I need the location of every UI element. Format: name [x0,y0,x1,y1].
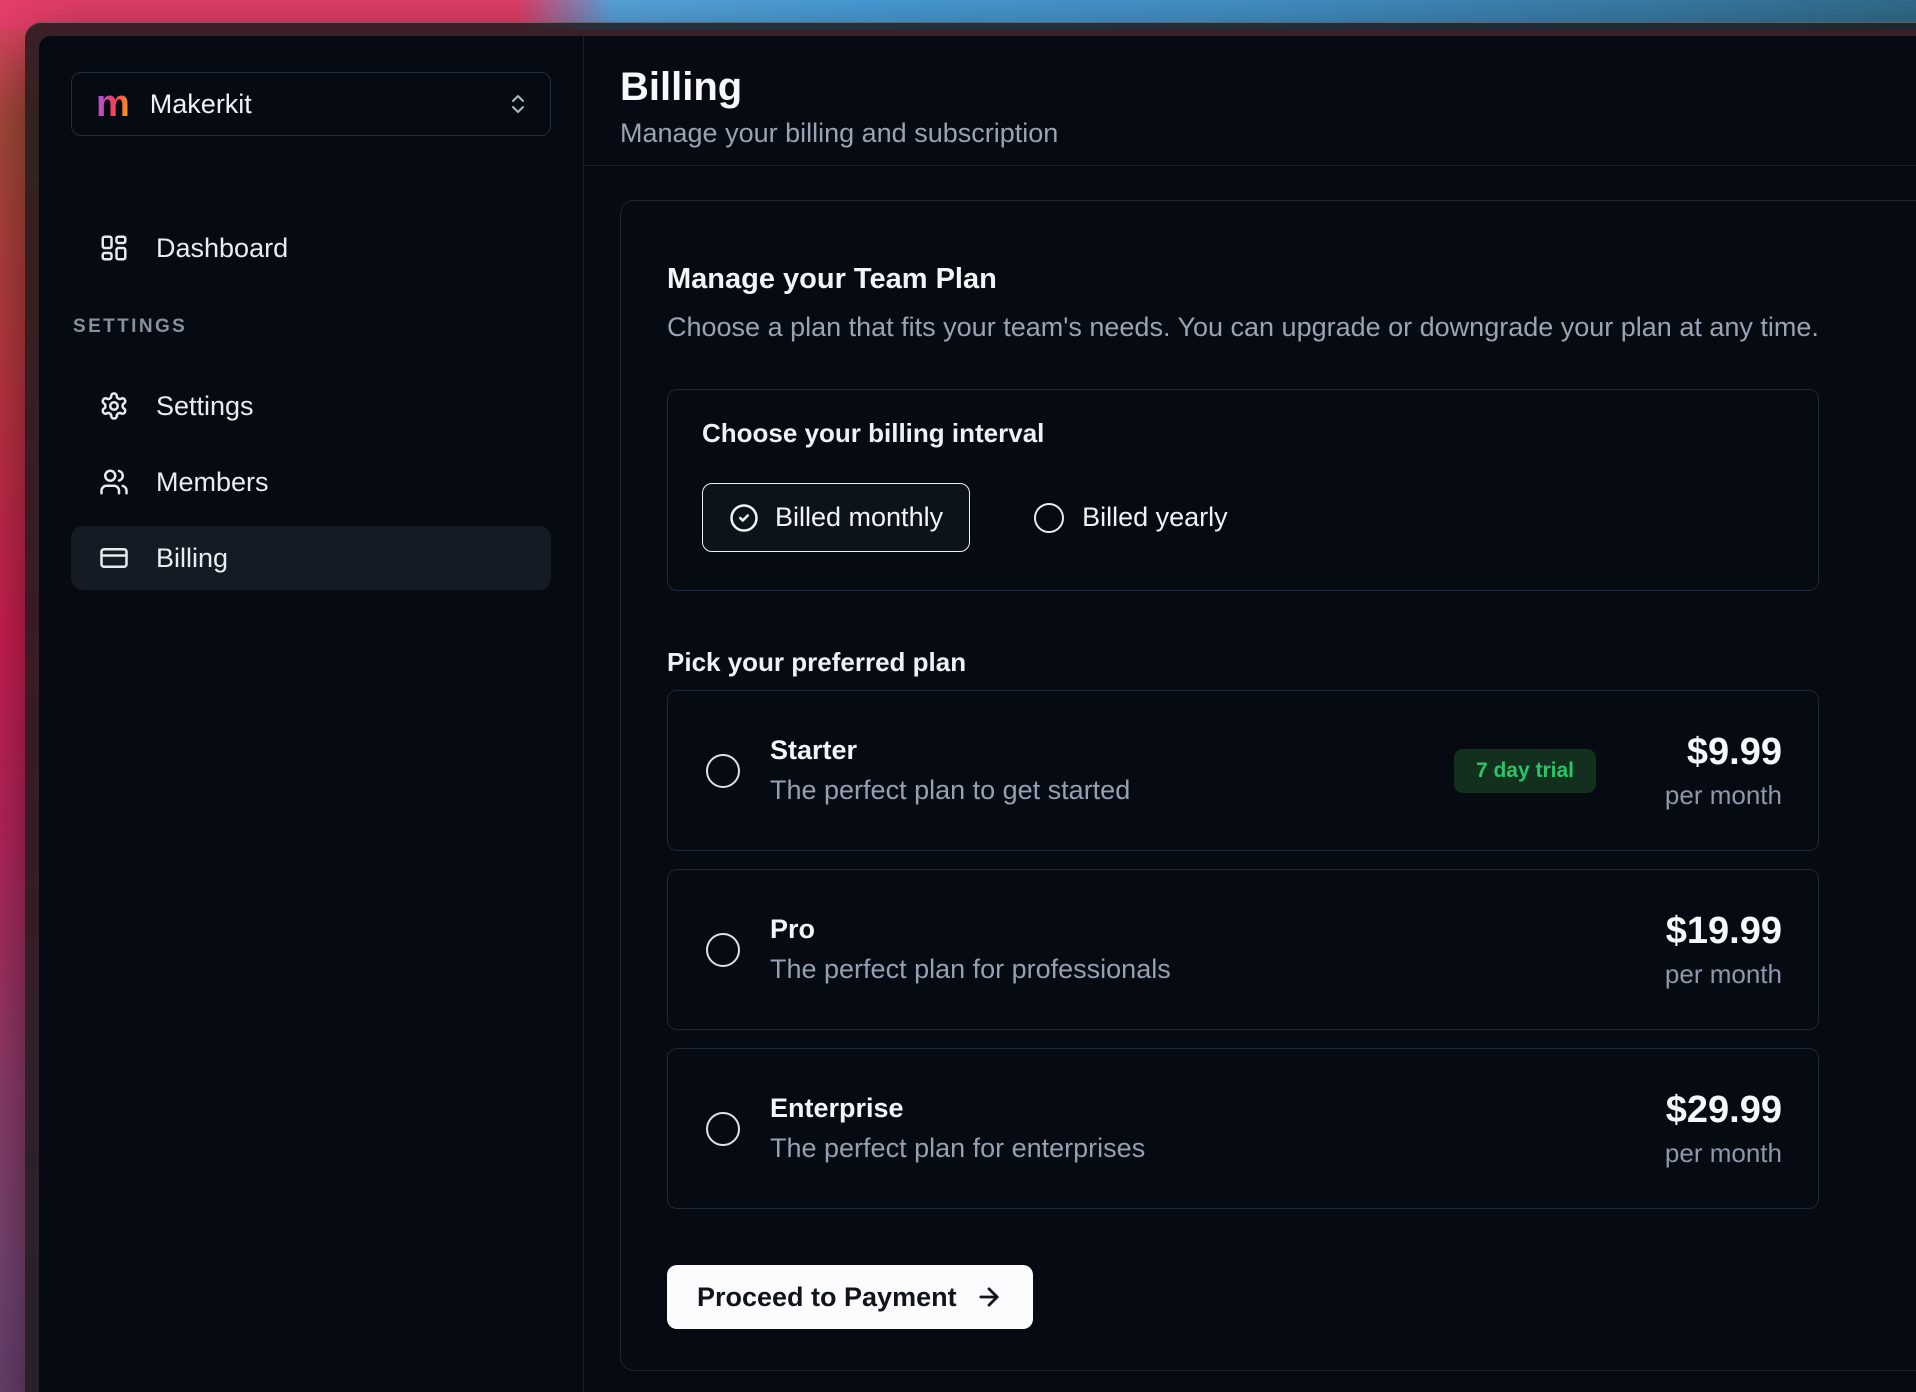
users-icon [99,467,129,497]
radio-circle[interactable] [706,933,740,967]
plan-price-period: per month [1632,959,1782,990]
plan-info: Enterprise The perfect plan for enterpri… [770,1093,1145,1164]
sidebar-item-label: Dashboard [156,233,288,264]
billed-yearly-option[interactable]: Billed yearly [1034,502,1228,533]
sidebar-item-label: Members [156,467,269,498]
plan-price-block: $9.99 per month [1632,731,1782,811]
plan-row-enterprise[interactable]: Enterprise The perfect plan for enterpri… [667,1048,1819,1209]
billing-interval-controls: Billed monthly Billed yearly [702,483,1788,552]
check-circle-icon [729,503,759,533]
plan-price-period: per month [1632,1138,1782,1169]
credit-card-icon [99,543,129,573]
makerkit-logo: m [96,85,130,123]
plan-list: Starter The perfect plan to get started … [667,690,1916,1209]
plan-description: The perfect plan for enterprises [770,1133,1145,1164]
sidebar-item-members[interactable]: Members [71,450,551,514]
arrow-right-icon [975,1283,1003,1311]
plan-price-period: per month [1632,780,1782,811]
plan-price: $9.99 [1632,731,1782,774]
plan-info: Pro The perfect plan for professionals [770,914,1171,985]
radio-circle[interactable] [706,754,740,788]
sidebar-item-dashboard[interactable]: Dashboard [71,216,551,280]
sidebar-section-label: SETTINGS [73,316,551,338]
app-window: m Makerkit Dashboard SETTINGS [25,22,1916,1392]
plan-row-starter[interactable]: Starter The perfect plan to get started … [667,690,1819,851]
plan-price-block: $19.99 per month [1632,910,1782,990]
billed-yearly-label: Billed yearly [1082,502,1228,533]
plan-price: $19.99 [1632,910,1782,953]
page-title: Billing [620,64,1916,110]
page-subtitle: Manage your billing and subscription [620,118,1916,149]
workspace-name: Makerkit [150,89,486,120]
gear-icon [99,391,129,421]
proceed-to-payment-button[interactable]: Proceed to Payment [667,1265,1033,1329]
sidebar-item-billing[interactable]: Billing [71,526,551,590]
card-title: Manage your Team Plan [667,263,1916,296]
sidebar-nav: Dashboard SETTINGS Settings Members [71,216,551,590]
sidebar: m Makerkit Dashboard SETTINGS [39,36,584,1392]
card-subtitle: Choose a plan that fits your team's need… [667,312,1916,343]
dashboard-grid-icon [99,233,129,263]
plan-description: The perfect plan for professionals [770,954,1171,985]
plan-description: The perfect plan to get started [770,775,1130,806]
pick-plan-label: Pick your preferred plan [667,647,1916,678]
sidebar-item-label: Billing [156,543,228,574]
app-content: m Makerkit Dashboard SETTINGS [39,36,1916,1392]
plan-info: Starter The perfect plan to get started [770,735,1130,806]
workspace-selector[interactable]: m Makerkit [71,72,551,136]
plan-name: Pro [770,914,1171,945]
sidebar-item-label: Settings [156,391,254,422]
plan-name: Starter [770,735,1130,766]
billed-monthly-label: Billed monthly [775,502,943,533]
plan-name: Enterprise [770,1093,1145,1124]
billed-monthly-option[interactable]: Billed monthly [702,483,970,552]
chevrons-up-down-icon [506,92,530,116]
plan-price: $29.99 [1632,1089,1782,1132]
radio-circle[interactable] [706,1112,740,1146]
plan-row-pro[interactable]: Pro The perfect plan for professionals $… [667,869,1819,1030]
billing-interval-box: Choose your billing interval Billed mont… [667,389,1819,591]
proceed-to-payment-label: Proceed to Payment [697,1282,957,1313]
radio-circle [1034,503,1064,533]
trial-badge: 7 day trial [1454,749,1596,793]
team-plan-card: Manage your Team Plan Choose a plan that… [620,200,1916,1371]
page-header: Billing Manage your billing and subscrip… [584,36,1916,166]
billing-interval-label: Choose your billing interval [702,418,1788,449]
main-content: Billing Manage your billing and subscrip… [584,36,1916,1392]
sidebar-item-settings[interactable]: Settings [71,374,551,438]
plan-price-block: $29.99 per month [1632,1089,1782,1169]
